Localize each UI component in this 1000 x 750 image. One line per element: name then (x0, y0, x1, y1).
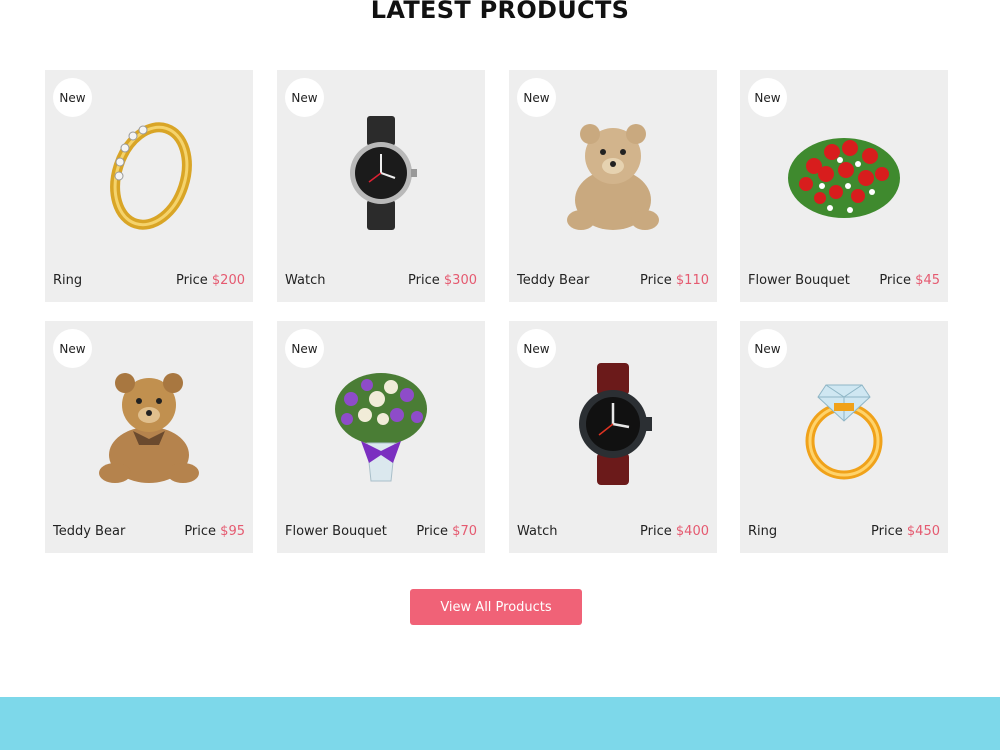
product-name[interactable]: Flower Bouquet (748, 273, 850, 288)
product-price: Price $45 (879, 273, 940, 288)
new-badge: New (517, 329, 556, 368)
product-card[interactable]: New Watch Price $400 (509, 321, 717, 553)
new-badge: New (285, 78, 324, 117)
product-price: Price $70 (416, 524, 477, 539)
product-card[interactable]: New Teddy Bear Price $95 (45, 321, 253, 553)
teddy-bear-icon (89, 359, 209, 489)
sport-watch-icon (553, 359, 673, 489)
product-price: Price $200 (176, 273, 245, 288)
product-name[interactable]: Teddy Bear (517, 273, 589, 288)
rose-bouquet-icon (784, 108, 904, 238)
product-name[interactable]: Teddy Bear (53, 524, 125, 539)
price-label: Price (879, 273, 912, 288)
product-card[interactable]: New Teddy Bear Price $110 (509, 70, 717, 302)
product-name[interactable]: Flower Bouquet (285, 524, 387, 539)
product-name[interactable]: Ring (53, 273, 82, 288)
price-label: Price (408, 273, 440, 288)
gold-ring-icon (89, 108, 209, 238)
product-name[interactable]: Watch (285, 273, 325, 288)
price-label: Price (871, 524, 903, 539)
price-label: Price (184, 524, 217, 539)
diamond-ring-icon (784, 359, 904, 489)
view-all-products-button[interactable]: View All Products (410, 589, 582, 625)
new-badge: New (748, 329, 787, 368)
new-badge: New (285, 329, 324, 368)
price-label: Price (176, 273, 208, 288)
product-card[interactable]: New Ring Price $200 (45, 70, 253, 302)
new-badge: New (517, 78, 556, 117)
product-price: Price $95 (184, 524, 245, 539)
product-card[interactable]: New Ring Price $450 (740, 321, 948, 553)
new-badge: New (53, 329, 92, 368)
price-amount: $400 (675, 524, 709, 539)
product-card[interactable]: New Flower Bouquet Price $70 (277, 321, 485, 553)
price-label: Price (640, 524, 672, 539)
price-amount: $110 (675, 273, 709, 288)
product-price: Price $450 (871, 524, 940, 539)
product-card[interactable]: New Watch Price $300 (277, 70, 485, 302)
price-label: Price (640, 273, 672, 288)
price-amount: $95 (220, 524, 245, 539)
new-badge: New (748, 78, 787, 117)
footer-band (0, 697, 1000, 750)
product-price: Price $110 (640, 273, 709, 288)
section-title: LATEST PRODUCTS (370, 0, 630, 24)
product-name[interactable]: Ring (748, 524, 777, 539)
price-amount: $70 (452, 524, 477, 539)
product-price: Price $300 (408, 273, 477, 288)
teddy-bear-icon (553, 108, 673, 238)
price-amount: $45 (915, 273, 940, 288)
price-label: Price (416, 524, 449, 539)
product-card[interactable]: New Flower Bouquet Price $45 (740, 70, 948, 302)
flower-vase-icon (321, 359, 441, 489)
product-price: Price $400 (640, 524, 709, 539)
price-amount: $450 (906, 524, 940, 539)
product-name[interactable]: Watch (517, 524, 557, 539)
new-badge: New (53, 78, 92, 117)
price-amount: $200 (211, 273, 245, 288)
watch-icon (321, 108, 441, 238)
price-amount: $300 (443, 273, 477, 288)
